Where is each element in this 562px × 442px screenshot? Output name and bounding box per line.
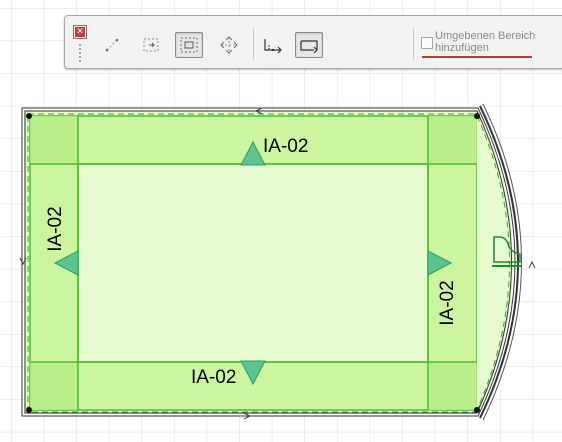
zone-corner-bl — [30, 362, 78, 410]
draft-line-button[interactable] — [259, 32, 287, 58]
close-button[interactable]: ✕ — [73, 25, 87, 39]
zone-label-top: IA-02 — [263, 136, 309, 157]
zone-corner-tr — [428, 116, 477, 164]
add-surrounding-area-label[interactable]: Umgebenen Bereich hinzufügen — [435, 30, 562, 54]
draft-line-icon — [264, 39, 282, 54]
zone-boundary-button[interactable] — [295, 32, 323, 58]
zone-corner-tl — [30, 116, 78, 164]
offset-edge-button[interactable] — [137, 32, 165, 58]
add-surrounding-area-checkbox[interactable] — [421, 37, 433, 49]
zone-label-bottom: IA-02 — [191, 367, 237, 388]
zone-label-left: IA-02 — [45, 206, 66, 252]
scale-points-icon — [105, 38, 119, 52]
move-node-button[interactable] — [215, 32, 243, 58]
spellcheck-underline — [422, 56, 532, 58]
pet-palette-toolbar: ✕ Umgebenen Bereich hinzufügen — [64, 15, 562, 69]
scale-points-button[interactable] — [99, 32, 127, 58]
offset-all-edges-icon — [180, 37, 198, 53]
offset-edge-icon — [143, 38, 159, 52]
zone-boundary-icon — [300, 40, 318, 54]
move-node-icon — [220, 36, 238, 54]
zone-corner-br — [428, 362, 477, 410]
close-icon: ✕ — [75, 27, 85, 37]
toolbar-separator-2 — [413, 28, 414, 60]
offset-all-edges-button[interactable] — [175, 32, 203, 58]
toolbar-separator — [253, 28, 254, 60]
drag-handle[interactable] — [78, 43, 82, 63]
zone-label-right: IA-02 — [437, 280, 458, 326]
